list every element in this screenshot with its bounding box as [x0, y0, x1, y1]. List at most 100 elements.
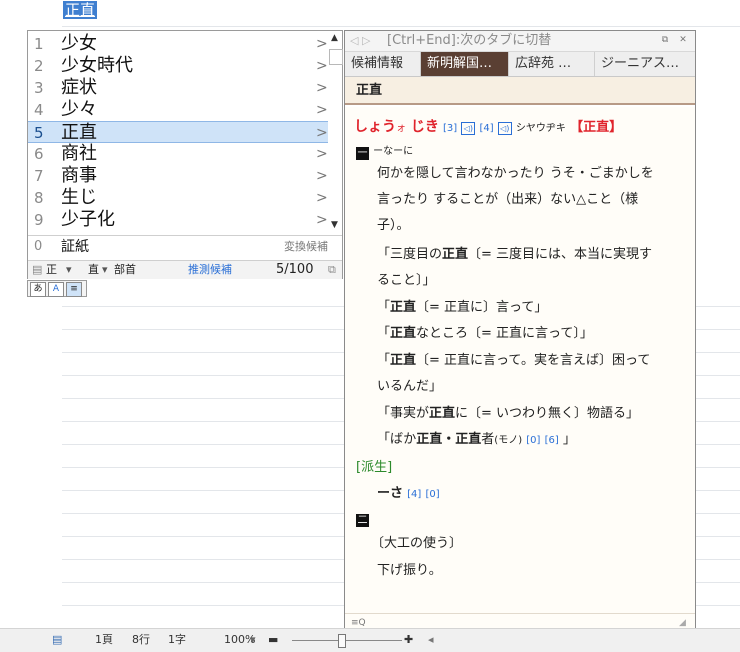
candidate-word: 正直	[61, 122, 97, 143]
audio-icon[interactable]: ◁)	[461, 122, 476, 135]
conversion-candidates-label: 変換候補	[284, 240, 328, 253]
kanji-notation: 【正直】	[570, 120, 623, 135]
candidate-item-4[interactable]: 4 少々 >	[28, 99, 328, 121]
accent-ref[interactable]: [0]	[425, 489, 439, 500]
zoom-out-icon[interactable]: ▬	[268, 629, 278, 651]
candidate-number: 1	[34, 35, 44, 53]
kanji-filter-1[interactable]: 正	[46, 261, 57, 279]
restore-icon[interactable]: ⧉	[328, 261, 336, 279]
zoom-slider-thumb[interactable]	[338, 634, 346, 648]
accent-ref[interactable]: [4]	[407, 489, 421, 500]
accent-ref[interactable]: [4]	[479, 123, 493, 134]
reading: しょう	[354, 119, 396, 135]
tab-genius[interactable]: ジーニアス…	[595, 52, 695, 76]
definition-line: 何かを隠して言わなかったり うそ・ごまかしを	[377, 166, 654, 181]
candidate-item-9[interactable]: 9 少子化 >	[28, 209, 328, 231]
status-bar: ▤ 1頁 8行 1字 100% ▾ ▬ ✚ ◂	[0, 628, 740, 652]
chevron-right-icon[interactable]: >	[316, 33, 328, 55]
back-forward-icon[interactable]: ◁ ▷	[350, 31, 370, 51]
candidate-number: 3	[34, 79, 44, 97]
candidate-word: 症状	[61, 77, 97, 98]
sense-two-icon: 二	[356, 514, 369, 527]
alphanumeric-mode-button[interactable]: A	[48, 282, 64, 297]
candidate-word: 少女時代	[61, 55, 133, 76]
chevron-right-icon[interactable]: >	[316, 165, 328, 187]
example-line: いるんだ」	[377, 379, 443, 394]
chevron-right-icon[interactable]: >	[316, 187, 328, 209]
example-line: 「正直〔= 正直に言って。実を言えば〕困って	[377, 353, 651, 368]
derived-word: ーさ	[377, 486, 404, 501]
hiragana-mode-button[interactable]: あ	[30, 282, 46, 297]
popout-icon[interactable]: ⧉	[659, 34, 671, 46]
char-indicator: 1字	[168, 633, 186, 646]
sense-one-icon: 一	[356, 147, 369, 160]
audio-icon[interactable]: ◁)	[497, 122, 512, 135]
candidate-item-5-selected[interactable]: 5 正直 >	[28, 121, 328, 143]
candidate-word: 商社	[61, 143, 97, 164]
candidate-number: 8	[34, 189, 44, 207]
sense-one-tag: ーなーに	[373, 146, 414, 157]
scroll-up-icon[interactable]: ▲	[331, 33, 338, 43]
sense-two-tag: 〔大工の使う〕	[371, 536, 463, 551]
chevron-right-icon[interactable]: >	[316, 77, 328, 99]
candidate-item-3[interactable]: 3 症状 >	[28, 77, 328, 99]
scroll-thumb[interactable]	[329, 49, 343, 65]
definition-line: 言ったり することが（出来）ない△こと（様	[377, 192, 639, 207]
dropdown-icon[interactable]: ▾	[102, 261, 108, 279]
close-icon[interactable]: ✕	[677, 34, 689, 46]
candidate-item-8[interactable]: 8 生じ >	[28, 187, 328, 209]
dictionary-title: [Ctrl+End]:次のタブに切替	[387, 33, 552, 48]
example-line: 「正直なところ〔= 正直に言って〕」	[377, 326, 593, 341]
chevron-right-icon[interactable]: >	[316, 209, 328, 231]
scroll-down-icon[interactable]: ▼	[331, 220, 338, 230]
chevron-down-icon[interactable]: ▾	[250, 629, 256, 651]
tab-shinmeikai[interactable]: 新明解国…	[421, 52, 509, 76]
chevron-right-icon[interactable]: >	[316, 55, 328, 77]
chevron-right-icon[interactable]: >	[316, 122, 328, 144]
definition-line: 子）。	[377, 218, 410, 233]
candidate-number: 4	[34, 101, 44, 119]
example-line: 「事実が正直に〔= いつわり無く〕物語る」	[377, 406, 640, 421]
dropdown-icon[interactable]: ▾	[66, 261, 72, 279]
kanji-filter-2[interactable]: 直	[88, 261, 99, 279]
scroll-left-icon[interactable]: ◂	[428, 629, 434, 651]
candidate-item-2[interactable]: 2 少女時代 >	[28, 55, 328, 77]
zoom-in-icon[interactable]: ✚	[404, 629, 413, 651]
document-icon: ▤	[32, 263, 43, 276]
candidate-word: 商事	[61, 165, 97, 186]
candidate-item-1[interactable]: 1 少女 >	[28, 33, 328, 55]
candidate-word: 少女	[61, 33, 97, 54]
layout-icon[interactable]: ▤	[52, 629, 62, 651]
prediction-candidates-link[interactable]: 推測候補	[188, 261, 232, 279]
tab-candidate-info[interactable]: 候補情報	[345, 52, 421, 76]
candidate-scrollbar[interactable]: ▲ ▼	[328, 31, 343, 239]
candidate-item-0[interactable]: 0 証紙 変換候補	[28, 235, 342, 258]
example-line: 「正直〔= 正直に〕言って」	[377, 300, 548, 315]
candidate-word: 少子化	[61, 209, 115, 230]
candidate-word: 生じ	[61, 187, 97, 208]
dictionary-entry: しょうォ じき [3] ◁) [4] ◁) シヤウヂキ 【正直】 一 ーなーに …	[345, 107, 695, 613]
zoom-slider[interactable]	[292, 640, 402, 641]
chevron-right-icon[interactable]: >	[316, 99, 328, 121]
example-line: 「ばか正直・正直者(モノ) [0] [6] 」	[377, 432, 576, 447]
dictionary-headword: 正直	[345, 77, 695, 105]
accent-ref[interactable]: [3]	[443, 123, 457, 134]
accent-ref[interactable]: [6]	[545, 435, 559, 446]
reading-cont: じき	[406, 119, 439, 135]
list-mode-button[interactable]: ≡	[66, 282, 82, 297]
sense-two-definition: 下げ振り。	[377, 563, 442, 578]
accent-ref[interactable]: [0]	[526, 435, 540, 446]
candidate-word: 証紙	[61, 239, 89, 255]
candidate-item-7[interactable]: 7 商事 >	[28, 165, 328, 187]
example-line: ること〕」	[377, 273, 436, 288]
tab-kojien[interactable]: 広辞苑 …	[509, 52, 595, 76]
chevron-right-icon[interactable]: >	[316, 143, 328, 165]
candidate-item-6[interactable]: 6 商社 >	[28, 143, 328, 165]
ime-mode-toolbar: あ A ≡	[27, 280, 87, 297]
radical-button[interactable]: 部首	[114, 261, 136, 279]
dictionary-panel: ◁ ▷ [Ctrl+End]:次のタブに切替 ⧉ ✕ 候補情報 新明解国… 広辞…	[344, 30, 696, 633]
candidate-footer: ▤ 正 ▾ 直 ▾ 部首 推測候補 5/100 ⧉	[28, 260, 342, 279]
candidate-word: 少々	[61, 99, 97, 120]
historical-kana: シヤウヂキ	[515, 123, 566, 134]
page-indicator: 1頁	[95, 633, 113, 646]
